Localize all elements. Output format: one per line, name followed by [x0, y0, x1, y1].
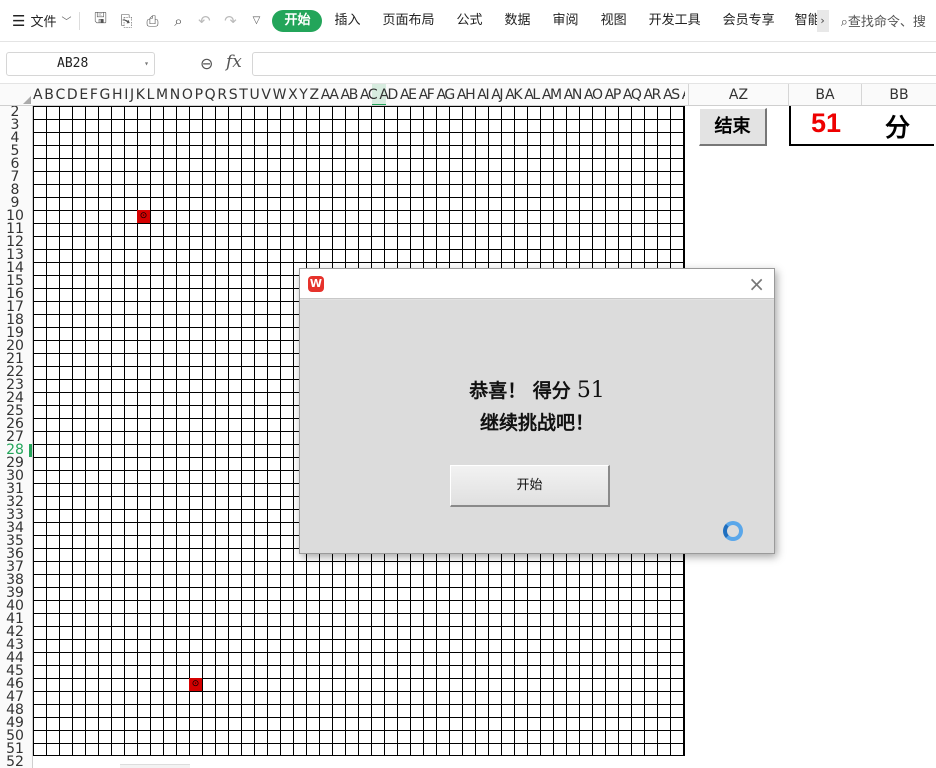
fx-icon[interactable]: fx — [226, 52, 242, 72]
tab-page-layout[interactable]: 页面布局 — [373, 10, 445, 32]
tab-member[interactable]: 会员专享 — [713, 10, 785, 32]
divider — [79, 11, 81, 30]
quick-access-dropdown-icon[interactable]: ▽ — [246, 11, 266, 31]
tab-home[interactable]: 开始 — [272, 9, 323, 32]
hamburger-icon: ☰ — [12, 11, 26, 30]
tabs-more-chevron-icon[interactable]: › — [816, 9, 829, 32]
score-value: 51 — [811, 108, 842, 138]
column-header: A B C D E F G H I J K L M N O P Q R S T … — [0, 84, 936, 106]
grid-target-cell[interactable]: ⊙ — [189, 678, 202, 691]
loading-spinner-icon — [723, 521, 743, 541]
column-bb[interactable]: BB — [861, 84, 936, 105]
zoom-icon[interactable]: ⊖ — [200, 54, 213, 73]
dialog-titlebar: W × — [300, 269, 774, 299]
column-letters[interactable]: A B C D E F G H I J K L M N O P Q R S T … — [33, 84, 685, 105]
formula-bar: AB28 ▾ ⊖ fx — [0, 42, 936, 84]
column-az[interactable]: AZ — [688, 84, 788, 105]
congrats-message: 恭喜！ 得分 51 — [300, 376, 774, 403]
tab-review[interactable]: 审阅 — [543, 10, 589, 32]
wps-logo-icon: W — [308, 276, 324, 292]
select-all-corner[interactable] — [0, 84, 33, 105]
redo-icon[interactable]: ↷ — [220, 11, 240, 31]
tab-developer[interactable]: 开发工具 — [639, 10, 711, 32]
start-button[interactable]: 开始 — [450, 465, 610, 507]
score-unit: 分 — [885, 113, 911, 142]
dropdown-arrow-icon[interactable]: ▾ — [144, 53, 149, 75]
congrats-text: 恭喜！ 得分 — [469, 380, 571, 402]
tab-ai[interactable]: 智能 — [787, 10, 817, 32]
print-icon[interactable]: ⎙ — [142, 11, 162, 31]
tab-view[interactable]: 视图 — [591, 10, 637, 32]
game-over-dialog: W × 恭喜！ 得分 51 继续挑战吧！ 开始 — [299, 268, 775, 554]
tab-data[interactable]: 数据 — [495, 10, 541, 32]
save-icon[interactable]: 🖫 — [90, 9, 110, 31]
print-preview-icon[interactable]: ⌕ — [168, 11, 188, 31]
sheet-tab[interactable] — [120, 764, 190, 768]
close-icon[interactable]: × — [748, 272, 765, 296]
search-placeholder: 查找命令、搜 — [847, 15, 926, 30]
dialog-body: 恭喜！ 得分 51 继续挑战吧！ 开始 — [300, 300, 774, 553]
file-menu-label: 文件 — [30, 15, 57, 30]
ribbon-toolbar: ☰ 文件 ﹀ 🖫 ⎘ ⎙ ⌕ ↶ ↷ ▽ 开始 插入 页面布局 公式 数据 审阅… — [0, 0, 936, 42]
command-search[interactable]: ⌕查找命令、搜 — [841, 11, 931, 30]
row-header: 2 3 4 5 6 7 8 9 10 11 12 13 14 15 16 17 18 19 20 21 22 23 24 25… — [0, 106, 33, 768]
tab-insert[interactable]: 插入 — [324, 10, 370, 32]
name-box-value: AB28 — [57, 56, 89, 71]
selected-row-marker — [29, 444, 32, 457]
end-game-button[interactable]: 结束 — [699, 108, 767, 146]
formula-input[interactable] — [252, 52, 936, 76]
export-pdf-icon[interactable]: ⎘ — [116, 11, 136, 31]
chevron-down-icon: ﹀ — [61, 17, 72, 28]
search-icon: ⌕ — [840, 15, 848, 30]
file-menu-button[interactable]: ☰ 文件 ﹀ — [12, 9, 71, 33]
dialog-score: 51 — [576, 378, 605, 403]
grid-target-cell[interactable]: ⊙ — [137, 210, 150, 223]
continue-message: 继续挑战吧！ — [479, 412, 594, 434]
undo-icon[interactable]: ↶ — [194, 11, 214, 31]
column-ba[interactable]: BA — [788, 84, 861, 105]
tab-formulas[interactable]: 公式 — [447, 10, 493, 32]
row-number[interactable]: 52 — [0, 755, 30, 768]
score-display: 51 分 — [789, 106, 934, 146]
name-box[interactable]: AB28 ▾ — [6, 52, 155, 76]
